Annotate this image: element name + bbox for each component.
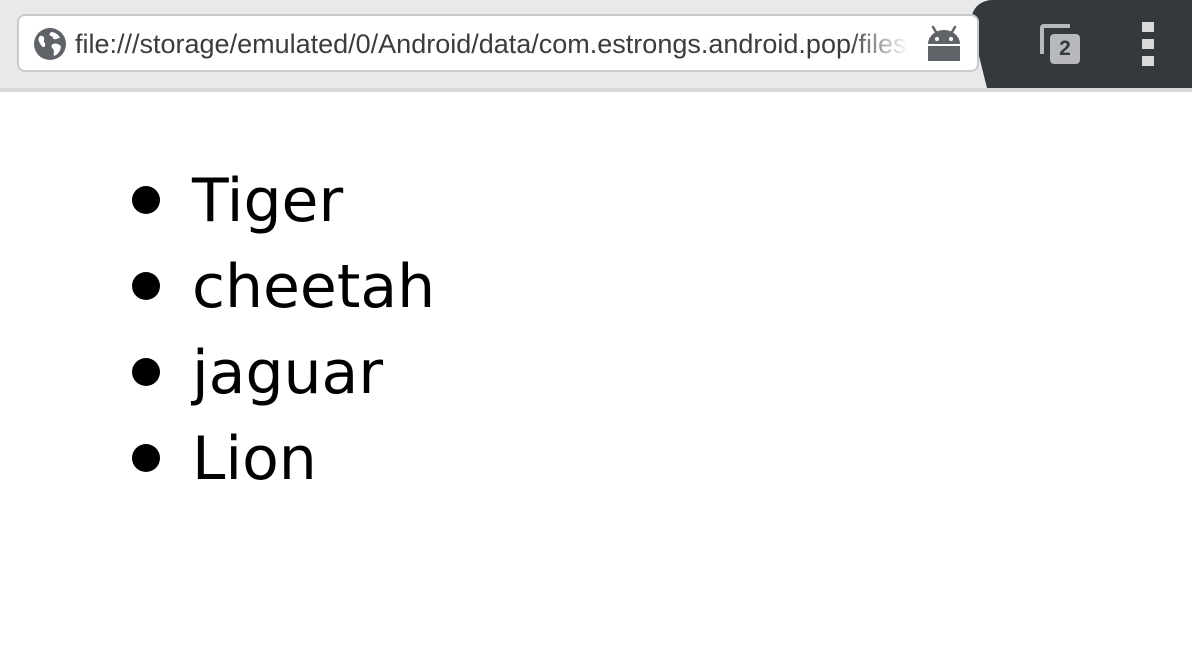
list-item: cheetah — [130, 244, 435, 330]
animal-list: Tiger cheetah jaguar Lion — [130, 158, 435, 502]
list-item: Lion — [130, 416, 435, 502]
url-text[interactable]: file:///storage/emulated/0/Android/data/… — [75, 16, 909, 70]
url-bar[interactable]: file:///storage/emulated/0/Android/data/… — [17, 14, 979, 72]
page-content: Tiger cheetah jaguar Lion — [0, 92, 1192, 666]
list-item-label: cheetah — [192, 252, 436, 322]
menu-dot — [1142, 22, 1154, 32]
android-icon[interactable] — [924, 24, 964, 64]
bullet-icon — [132, 272, 160, 300]
list-item-label: Lion — [192, 424, 317, 494]
bullet-icon — [132, 186, 160, 214]
tab-switcher-button[interactable]: 2 — [1036, 20, 1084, 68]
menu-dot — [1142, 39, 1154, 49]
globe-icon[interactable] — [33, 27, 67, 61]
tab-count-badge: 2 — [1050, 34, 1080, 64]
more-vert-icon[interactable] — [1132, 20, 1164, 68]
menu-dot — [1142, 56, 1154, 66]
list-item: Tiger — [130, 158, 435, 244]
browser-toolbar: file:///storage/emulated/0/Android/data/… — [0, 0, 1192, 92]
bullet-icon — [132, 358, 160, 386]
list-item-label: Tiger — [192, 166, 344, 236]
url-fade — [849, 16, 909, 70]
list-item: jaguar — [130, 330, 435, 416]
list-item-label: jaguar — [192, 338, 383, 408]
bullet-icon — [132, 444, 160, 472]
